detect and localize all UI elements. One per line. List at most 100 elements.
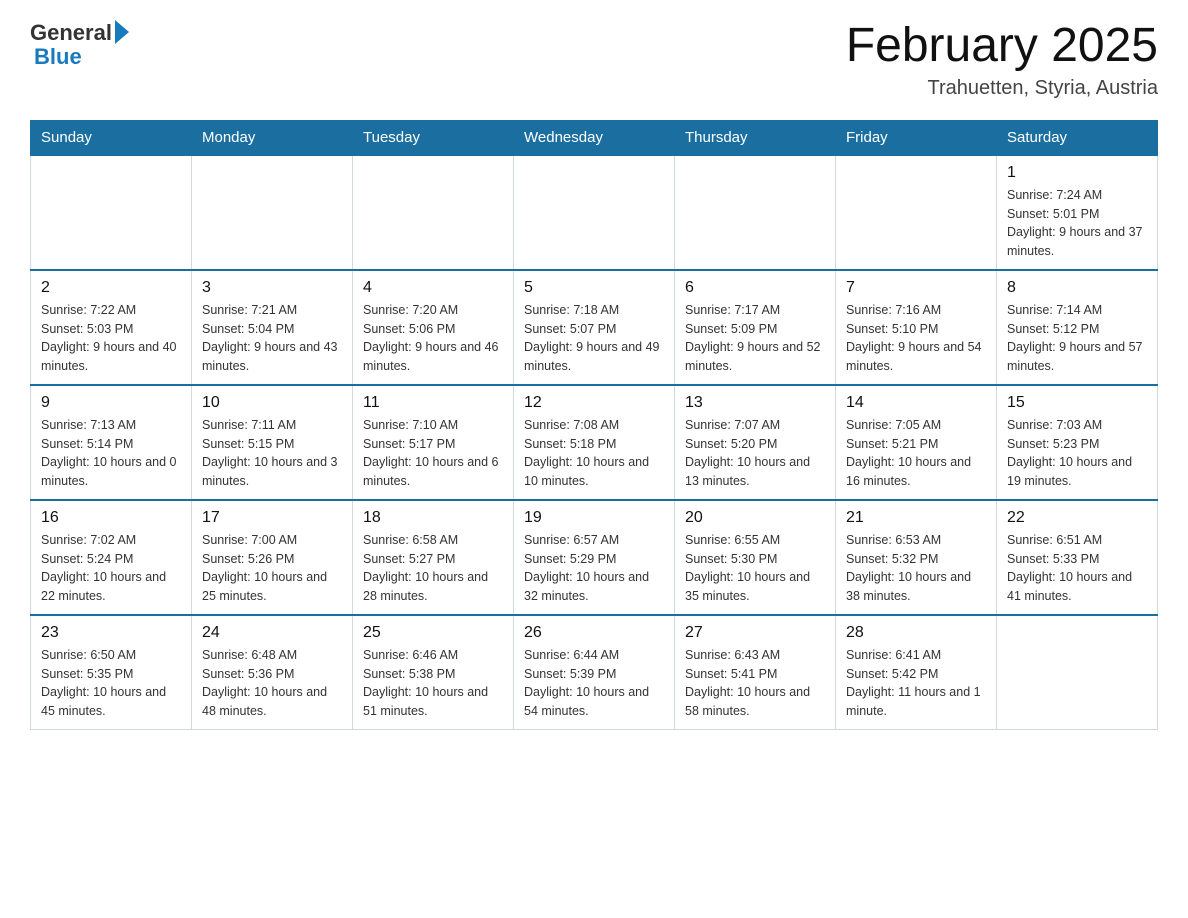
calendar-cell: 11 Sunrise: 7:10 AMSunset: 5:17 PMDayligh… (353, 385, 514, 500)
day-info: Sunrise: 7:08 AMSunset: 5:18 PMDaylight:… (524, 416, 664, 491)
calendar-cell: 19 Sunrise: 6:57 AMSunset: 5:29 PMDayligh… (514, 500, 675, 615)
day-info: Sunrise: 7:18 AMSunset: 5:07 PMDaylight:… (524, 301, 664, 376)
calendar-cell: 9 Sunrise: 7:13 AMSunset: 5:14 PMDaylight… (31, 385, 192, 500)
day-number: 18 (363, 509, 503, 527)
day-number: 3 (202, 279, 342, 297)
day-info: Sunrise: 7:05 AMSunset: 5:21 PMDaylight:… (846, 416, 986, 491)
day-info: Sunrise: 6:46 AMSunset: 5:38 PMDaylight:… (363, 646, 503, 721)
day-number: 4 (363, 279, 503, 297)
day-number: 1 (1007, 164, 1147, 182)
day-info: Sunrise: 7:17 AMSunset: 5:09 PMDaylight:… (685, 301, 825, 376)
calendar-cell: 8 Sunrise: 7:14 AMSunset: 5:12 PMDaylight… (997, 270, 1158, 385)
day-number: 17 (202, 509, 342, 527)
day-info: Sunrise: 7:22 AMSunset: 5:03 PMDaylight:… (41, 301, 181, 376)
calendar-cell: 25 Sunrise: 6:46 AMSunset: 5:38 PMDayligh… (353, 615, 514, 730)
day-number: 11 (363, 394, 503, 412)
day-number: 2 (41, 279, 181, 297)
day-info: Sunrise: 7:10 AMSunset: 5:17 PMDaylight:… (363, 416, 503, 491)
weekday-header-tuesday: Tuesday (353, 120, 514, 155)
logo-arrow-icon (115, 20, 129, 44)
calendar-cell: 5Sunrise: 7:18 AMSunset: 5:07 PMDaylight… (514, 270, 675, 385)
calendar-cell (997, 615, 1158, 730)
calendar-cell: 22 Sunrise: 6:51 AMSunset: 5:33 PMDayligh… (997, 500, 1158, 615)
day-number: 19 (524, 509, 664, 527)
day-info: Sunrise: 7:14 AMSunset: 5:12 PMDaylight:… (1007, 301, 1147, 376)
calendar-week-row: 2 Sunrise: 7:22 AMSunset: 5:03 PMDaylight… (31, 270, 1158, 385)
calendar-cell: 10 Sunrise: 7:11 AMSunset: 5:15 PMDayligh… (192, 385, 353, 500)
page-header: General Blue February 2025 Trahuetten, S… (30, 20, 1158, 100)
day-number: 21 (846, 509, 986, 527)
calendar-cell (514, 155, 675, 270)
day-number: 16 (41, 509, 181, 527)
day-number: 7 (846, 279, 986, 297)
day-info: Sunrise: 6:51 AMSunset: 5:33 PMDaylight:… (1007, 531, 1147, 606)
day-info: Sunrise: 6:44 AMSunset: 5:39 PMDaylight:… (524, 646, 664, 721)
calendar-cell: 26 Sunrise: 6:44 AMSunset: 5:39 PMDayligh… (514, 615, 675, 730)
calendar-cell: 23Sunrise: 6:50 AMSunset: 5:35 PMDayligh… (31, 615, 192, 730)
day-number: 10 (202, 394, 342, 412)
day-info: Sunrise: 7:20 AMSunset: 5:06 PMDaylight:… (363, 301, 503, 376)
calendar-cell: 14Sunrise: 7:05 AMSunset: 5:21 PMDayligh… (836, 385, 997, 500)
calendar-table: SundayMondayTuesdayWednesdayThursdayFrid… (30, 120, 1158, 730)
calendar-cell: 2 Sunrise: 7:22 AMSunset: 5:03 PMDaylight… (31, 270, 192, 385)
weekday-header-thursday: Thursday (675, 120, 836, 155)
calendar-cell: 17Sunrise: 7:00 AMSunset: 5:26 PMDayligh… (192, 500, 353, 615)
day-info: Sunrise: 6:57 AMSunset: 5:29 PMDaylight:… (524, 531, 664, 606)
weekday-header-sunday: Sunday (31, 120, 192, 155)
day-number: 8 (1007, 279, 1147, 297)
logo-blue-text: Blue (30, 44, 82, 70)
day-info: Sunrise: 7:02 AMSunset: 5:24 PMDaylight:… (41, 531, 181, 606)
calendar-cell: 3Sunrise: 7:21 AMSunset: 5:04 PMDaylight… (192, 270, 353, 385)
day-number: 28 (846, 624, 986, 642)
weekday-header-wednesday: Wednesday (514, 120, 675, 155)
calendar-cell: 16 Sunrise: 7:02 AMSunset: 5:24 PMDayligh… (31, 500, 192, 615)
calendar-cell: 12 Sunrise: 7:08 AMSunset: 5:18 PMDayligh… (514, 385, 675, 500)
calendar-cell (675, 155, 836, 270)
calendar-week-row: 23Sunrise: 6:50 AMSunset: 5:35 PMDayligh… (31, 615, 1158, 730)
weekday-header-friday: Friday (836, 120, 997, 155)
day-number: 20 (685, 509, 825, 527)
day-number: 25 (363, 624, 503, 642)
calendar-cell: 24 Sunrise: 6:48 AMSunset: 5:36 PMDayligh… (192, 615, 353, 730)
day-info: Sunrise: 6:50 AMSunset: 5:35 PMDaylight:… (41, 646, 181, 721)
calendar-cell: 21 Sunrise: 6:53 AMSunset: 5:32 PMDayligh… (836, 500, 997, 615)
day-number: 9 (41, 394, 181, 412)
day-number: 24 (202, 624, 342, 642)
title-section: February 2025 Trahuetten, Styria, Austri… (846, 20, 1158, 100)
day-number: 22 (1007, 509, 1147, 527)
calendar-cell: 6 Sunrise: 7:17 AMSunset: 5:09 PMDaylight… (675, 270, 836, 385)
calendar-cell: 27Sunrise: 6:43 AMSunset: 5:41 PMDayligh… (675, 615, 836, 730)
day-info: Sunrise: 7:16 AMSunset: 5:10 PMDaylight:… (846, 301, 986, 376)
day-info: Sunrise: 7:24 AMSunset: 5:01 PMDaylight:… (1007, 186, 1147, 261)
day-number: 13 (685, 394, 825, 412)
day-info: Sunrise: 7:13 AMSunset: 5:14 PMDaylight:… (41, 416, 181, 491)
day-number: 6 (685, 279, 825, 297)
day-number: 15 (1007, 394, 1147, 412)
day-info: Sunrise: 6:53 AMSunset: 5:32 PMDaylight:… (846, 531, 986, 606)
calendar-cell (353, 155, 514, 270)
calendar-cell: 18 Sunrise: 6:58 AMSunset: 5:27 PMDayligh… (353, 500, 514, 615)
day-info: Sunrise: 6:55 AMSunset: 5:30 PMDaylight:… (685, 531, 825, 606)
weekday-header-monday: Monday (192, 120, 353, 155)
day-info: Sunrise: 7:11 AMSunset: 5:15 PMDaylight:… (202, 416, 342, 491)
weekday-header-row: SundayMondayTuesdayWednesdayThursdayFrid… (31, 120, 1158, 155)
calendar-cell: 7 Sunrise: 7:16 AMSunset: 5:10 PMDaylight… (836, 270, 997, 385)
day-info: Sunrise: 6:48 AMSunset: 5:36 PMDaylight:… (202, 646, 342, 721)
calendar-week-row: 9 Sunrise: 7:13 AMSunset: 5:14 PMDaylight… (31, 385, 1158, 500)
weekday-header-saturday: Saturday (997, 120, 1158, 155)
location-title: Trahuetten, Styria, Austria (846, 77, 1158, 100)
day-number: 27 (685, 624, 825, 642)
month-year-title: February 2025 (846, 20, 1158, 73)
calendar-week-row: 1 Sunrise: 7:24 AMSunset: 5:01 PMDaylight… (31, 155, 1158, 270)
day-info: Sunrise: 6:58 AMSunset: 5:27 PMDaylight:… (363, 531, 503, 606)
calendar-cell: 28 Sunrise: 6:41 AMSunset: 5:42 PMDayligh… (836, 615, 997, 730)
calendar-cell: 13 Sunrise: 7:07 AMSunset: 5:20 PMDayligh… (675, 385, 836, 500)
day-number: 12 (524, 394, 664, 412)
logo: General Blue (30, 20, 129, 70)
day-number: 26 (524, 624, 664, 642)
day-info: Sunrise: 7:03 AMSunset: 5:23 PMDaylight:… (1007, 416, 1147, 491)
logo-general-text: General (30, 20, 112, 46)
calendar-cell (192, 155, 353, 270)
day-info: Sunrise: 6:41 AMSunset: 5:42 PMDaylight:… (846, 646, 986, 721)
day-info: Sunrise: 7:07 AMSunset: 5:20 PMDaylight:… (685, 416, 825, 491)
